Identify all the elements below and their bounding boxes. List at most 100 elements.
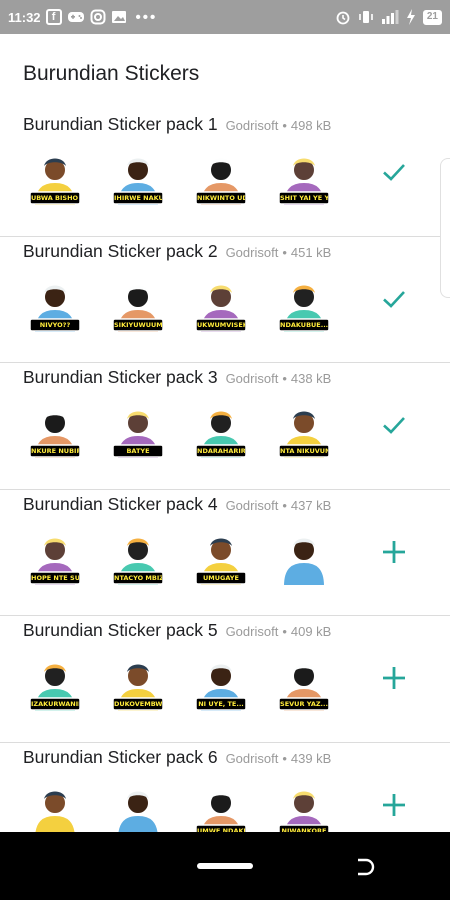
sticker-thumbnail[interactable]: NDARAHARIRA	[190, 401, 252, 463]
pack-header: Burundian Sticker pack 5 Godrisoft • 409 kB	[23, 620, 331, 641]
sticker-previews: IZAKURWANIRE KIGORE ?? DUKOVEMBWA GUSA !!…	[24, 654, 335, 716]
sticker-caption: NTA NIKUVUNYE IYE...	[280, 447, 328, 455]
sticker-caption: NTACYO MBIZI	[114, 573, 162, 582]
meta-separator: •	[282, 624, 287, 639]
pack-size: 451 kB	[290, 244, 332, 260]
back-icon[interactable]	[350, 854, 376, 880]
charging-icon	[406, 9, 416, 25]
navigation-bar	[0, 832, 450, 900]
status-bar: 11:32 f ••• 21	[0, 0, 450, 34]
meta-separator: •	[282, 750, 287, 766]
sticker-thumbnail[interactable]: DUKOVEMBWA GUSA !!	[107, 654, 169, 716]
sticker-thumbnail[interactable]: NKURE NUBIRI	[24, 401, 86, 463]
battery-level: 21	[422, 9, 442, 25]
pack-header: Burundian Sticker pack 4 Godrisoft • 437 kB	[23, 494, 331, 515]
pack-name: Burundian Sticker pack 1	[23, 114, 218, 134]
sticker-caption: UMUGAYE	[203, 573, 239, 582]
sticker-pack-row[interactable]: Burundian Sticker pack 4 Godrisoft • 437 kB…	[0, 490, 450, 616]
sticker-caption: NIKWINTO UDWE	[197, 194, 245, 202]
sticker-caption: IHIRWE NAKUBWIWE	[114, 194, 162, 202]
sticker-thumbnail[interactable]: IZAKURWANIRE KIGORE ??	[24, 654, 86, 716]
pack-size: 409 kB	[290, 624, 332, 639]
sticker-thumbnail[interactable]: UMUGAYE	[190, 528, 252, 590]
status-right: 21	[335, 9, 442, 25]
sticker-caption: IZAKURWANIRE KIGORE ??	[31, 700, 79, 708]
pack-header: Burundian Sticker pack 6 Godrisoft • 439 kB	[23, 747, 331, 768]
sticker-thumbnail[interactable]: NTA NIKUVUNYE IYE...	[273, 401, 335, 463]
sticker-thumbnail[interactable]: BATYE	[107, 401, 169, 463]
pack-name: Burundian Sticker pack 5	[23, 620, 218, 640]
app-title: Burundian Stickers	[23, 62, 200, 85]
pack-publisher: Godrisoft	[225, 497, 279, 513]
pack-size: 438 kB	[290, 371, 332, 386]
added-check-icon[interactable]	[378, 409, 410, 441]
home-button[interactable]	[197, 863, 253, 869]
added-check-icon[interactable]	[378, 156, 410, 188]
pack-publisher: Godrisoft	[225, 371, 279, 386]
alarm-icon	[335, 9, 351, 25]
sticker-previews: UBWA BISHO BYE... IHIRWE NAKUBWIWE NIKWINT…	[24, 148, 335, 210]
sticker-thumbnail[interactable]: SIKIYUWUUMENYA	[107, 275, 169, 337]
sticker-caption: SHIT YAI YE YUU	[280, 194, 328, 202]
sticker-caption: NKURE NUBIRI	[31, 447, 79, 455]
sticker-thumbnail[interactable]: NTACYO MBIZI	[107, 528, 169, 590]
meta-separator: •	[282, 371, 287, 386]
add-pack-icon[interactable]	[378, 789, 410, 821]
sticker-thumbnail[interactable]: UBWA BISHO BYE...	[24, 148, 86, 210]
sticker-previews: UMWE NDAKUZI NIWANKORE	[24, 781, 335, 832]
sticker-thumbnail[interactable]: SHIT YAI YE YUU	[273, 148, 335, 210]
pack-header: Burundian Sticker pack 3 Godrisoft • 438 kB	[23, 367, 331, 388]
sticker-thumbnail[interactable]: SEVUR YAZ...	[273, 654, 335, 716]
sticker-thumbnail[interactable]	[107, 781, 169, 832]
sticker-pack-row[interactable]: Burundian Sticker pack 6 Godrisoft • 439 kB…	[0, 743, 450, 832]
sticker-caption: SIKIYUWUUMENYA	[114, 320, 162, 329]
pack-size: 439 kB	[290, 750, 332, 766]
sticker-caption: NDARAHARIRA	[197, 447, 245, 455]
pack-name: Burundian Sticker pack 4	[23, 493, 218, 514]
sticker-thumbnail[interactable]	[24, 781, 86, 832]
status-time: 11:32	[8, 9, 41, 25]
sticker-thumbnail[interactable]	[273, 528, 335, 590]
pack-publisher: Godrisoft	[225, 624, 279, 639]
sticker-caption: HOPE NTE SUREDE ??	[31, 573, 79, 582]
sticker-thumbnail[interactable]: IHIRWE NAKUBWIWE	[107, 148, 169, 210]
pack-header: Burundian Sticker pack 1 Godrisoft • 498 kB	[23, 114, 331, 135]
image-icon	[111, 9, 127, 25]
vibrate-icon	[358, 9, 374, 25]
pack-name: Burundian Sticker pack 2	[23, 240, 218, 261]
sticker-caption: SEVUR YAZ...	[280, 700, 328, 708]
gamepad-icon	[67, 10, 85, 24]
pack-publisher: Godrisoft	[225, 244, 279, 260]
pack-meta: Godrisoft • 451 kB	[226, 245, 332, 260]
sticker-thumbnail[interactable]: UKWUMVISEKO	[190, 275, 252, 337]
sticker-thumbnail[interactable]: NIVYO??	[24, 275, 86, 337]
meta-separator: •	[282, 244, 287, 260]
add-pack-icon[interactable]	[378, 662, 410, 694]
sticker-caption: NIVYO??	[39, 320, 71, 329]
sticker-pack-row[interactable]: Burundian Sticker pack 1 Godrisoft • 498 kB…	[0, 110, 450, 237]
scroll-handle[interactable]	[440, 158, 450, 298]
sticker-previews: HOPE NTE SUREDE ?? NTACYO MBIZI UMUGAYE	[24, 528, 335, 590]
add-pack-icon[interactable]	[378, 536, 410, 568]
sticker-thumbnail[interactable]: NIKWINTO UDWE	[190, 148, 252, 210]
sticker-caption: NDAKUBUE... EYE	[280, 320, 328, 329]
sticker-caption: UKWUMVISEKO	[197, 320, 245, 329]
pack-meta: Godrisoft • 439 kB	[226, 751, 332, 766]
sticker-thumbnail[interactable]: UMWE NDAKUZI	[190, 781, 252, 832]
pack-meta: Godrisoft • 409 kB	[226, 624, 332, 639]
sticker-thumbnail[interactable]: NDAKUBUE... EYE	[273, 275, 335, 337]
sticker-thumbnail[interactable]: NI UYE, TE...	[190, 654, 252, 716]
added-check-icon[interactable]	[378, 283, 410, 315]
sticker-thumbnail[interactable]: NIWANKORE	[273, 781, 335, 832]
sticker-pack-list[interactable]: Burundian Sticker pack 1 Godrisoft • 498 kB…	[0, 110, 450, 832]
sticker-thumbnail[interactable]: HOPE NTE SUREDE ??	[24, 528, 86, 590]
sticker-caption: BATYE	[126, 447, 150, 455]
more-notifications-icon: •••	[135, 8, 158, 26]
status-left: 11:32 f •••	[8, 9, 157, 26]
pack-size: 498 kB	[290, 118, 332, 133]
sticker-previews: NIVYO?? SIKIYUWUUMENYA UKWUMVISEKO NDAKUBUE…	[24, 275, 335, 337]
instagram-icon	[90, 9, 106, 25]
sticker-pack-row[interactable]: Burundian Sticker pack 3 Godrisoft • 438 kB…	[0, 363, 450, 490]
sticker-pack-row[interactable]: Burundian Sticker pack 5 Godrisoft • 409 kB…	[0, 616, 450, 743]
sticker-pack-row[interactable]: Burundian Sticker pack 2 Godrisoft • 451 kB…	[0, 237, 450, 363]
